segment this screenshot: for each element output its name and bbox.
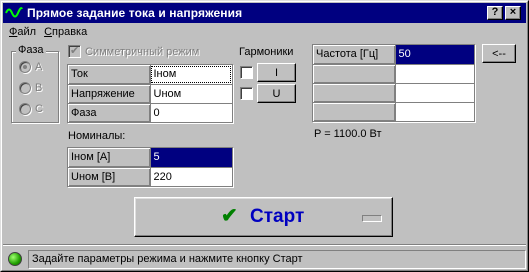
start-indicator	[362, 215, 382, 222]
menu-help[interactable]: Справка	[40, 24, 91, 40]
main-window: Прямое задание тока и напряжения ? × Фай…	[0, 0, 529, 272]
table-row	[313, 64, 475, 84]
divider	[3, 244, 526, 246]
close-button[interactable]: ×	[505, 6, 521, 20]
empty-value-cell[interactable]	[395, 64, 475, 84]
power-readout: P = 1100.0 Вт	[314, 128, 382, 140]
symmetric-mode-checkbox[interactable]: Симметричный режим	[68, 44, 200, 58]
table-row: Напряжение Uном	[68, 84, 233, 104]
empty-header-cell	[313, 83, 396, 103]
arrow-left-button[interactable]: <--	[482, 44, 516, 63]
radio-button[interactable]	[19, 82, 31, 94]
nominals-label: Номиналы:	[68, 130, 126, 142]
start-button[interactable]: ✔ Старт	[134, 197, 393, 237]
symmetric-mode-label: Симметричный режим	[85, 45, 200, 58]
harmonics-label: Гармоники	[239, 46, 294, 58]
status-bar: Задайте параметры режима и нажмите кнопк…	[28, 250, 526, 269]
start-label: Старт	[250, 206, 305, 227]
phase-value-cell[interactable]: 0	[150, 103, 233, 123]
nominal-name: Uном [B]	[68, 167, 151, 187]
checkbox[interactable]	[68, 44, 81, 58]
table-row: Uном [B] 220	[68, 167, 233, 187]
frequency-value-cell[interactable]: 50	[395, 45, 475, 65]
nominals-table: Iном [A] 5 Uном [B] 220	[67, 147, 234, 188]
menu-file[interactable]: Файл	[5, 24, 40, 40]
frequency-table: Частота [Гц] 50	[312, 44, 476, 123]
radio-button[interactable]	[19, 103, 31, 115]
table-row: Частота [Гц] 50	[313, 45, 475, 65]
radio-button[interactable]	[19, 61, 31, 73]
check-icon: ✔	[221, 205, 238, 227]
empty-header-cell	[313, 64, 396, 84]
help-title-button[interactable]: ?	[487, 6, 503, 20]
menu-bar: Файл Справка	[5, 24, 91, 40]
empty-value-cell[interactable]	[395, 83, 475, 103]
harmonic-i-button[interactable]: I	[257, 63, 296, 82]
unom-value-cell[interactable]: 220	[150, 167, 233, 187]
param-name: Напряжение	[68, 84, 151, 104]
table-row: Ток Iном	[68, 65, 233, 85]
voltage-value-cell[interactable]: Uном	[150, 84, 233, 104]
empty-value-cell[interactable]	[395, 102, 475, 122]
phase-group-label: Фаза	[16, 44, 46, 56]
window-title: Прямое задание тока и напряжения	[27, 6, 243, 20]
phase-radio-b[interactable]: B	[19, 82, 42, 94]
harmonic-u-checkbox[interactable]	[240, 87, 253, 100]
params-table: Ток Iном Напряжение Uном Фаза 0	[67, 64, 234, 124]
current-value-cell[interactable]: Iном	[150, 65, 233, 85]
frequency-header: Частота [Гц]	[313, 45, 396, 65]
table-row	[313, 102, 475, 122]
inom-value-cell[interactable]: 5	[150, 148, 233, 168]
nominal-name: Iном [A]	[68, 148, 151, 168]
phase-radio-a[interactable]: A	[19, 61, 42, 73]
table-row: Iном [A] 5	[68, 148, 233, 168]
harmonic-u-button[interactable]: U	[257, 84, 296, 103]
table-row: Фаза 0	[68, 103, 233, 123]
title-bar[interactable]: Прямое задание тока и напряжения ? ×	[3, 3, 526, 23]
empty-header-cell	[313, 102, 396, 122]
table-row	[313, 83, 475, 103]
phase-radio-c[interactable]: C	[19, 103, 43, 115]
status-led-icon	[8, 252, 22, 266]
harmonic-i-checkbox[interactable]	[240, 66, 253, 79]
param-name: Фаза	[68, 103, 151, 123]
sine-wave-icon	[5, 7, 23, 18]
param-name: Ток	[68, 65, 151, 85]
